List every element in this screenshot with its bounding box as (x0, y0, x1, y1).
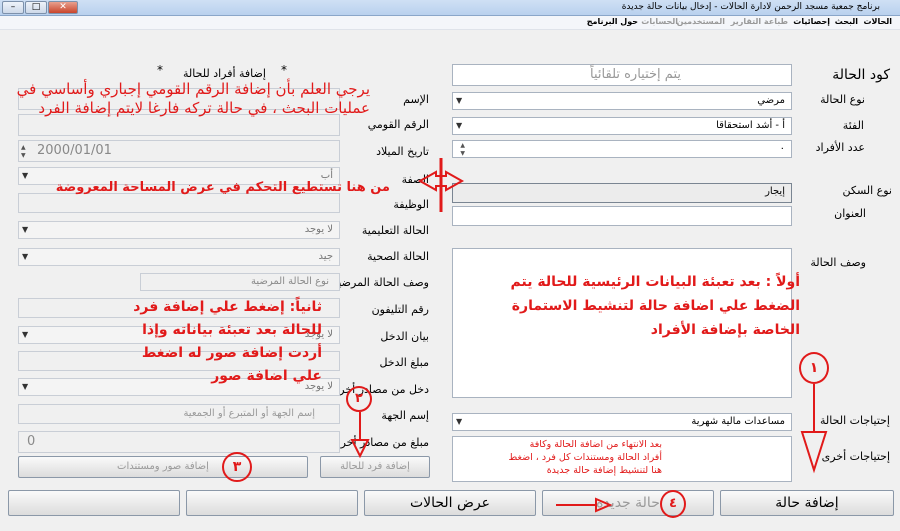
arrow-to-new-case-icon (556, 497, 613, 513)
arrow-down-to-add-case-icon (800, 384, 828, 474)
annotation-arrows (350, 158, 828, 513)
arrow-down-to-add-member-icon (350, 412, 370, 459)
